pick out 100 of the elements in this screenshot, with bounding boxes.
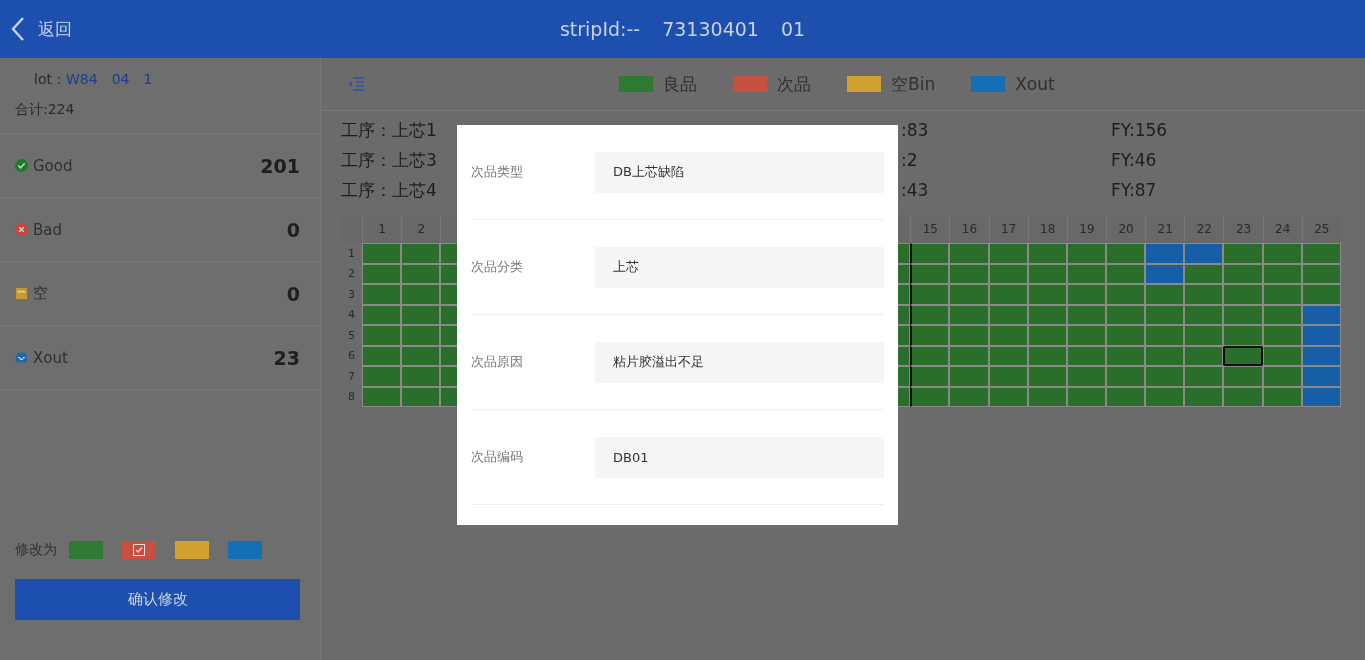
map-cell[interactable] <box>1066 366 1106 387</box>
map-cell[interactable] <box>1145 366 1185 387</box>
map-cell[interactable] <box>1184 243 1224 264</box>
map-cell[interactable] <box>1223 325 1263 346</box>
map-cell[interactable] <box>910 284 950 305</box>
map-cell[interactable] <box>1184 284 1224 305</box>
map-cell[interactable] <box>910 386 950 407</box>
process-value: :43 <box>901 179 930 201</box>
map-cell[interactable] <box>1262 366 1302 387</box>
map-cell[interactable] <box>1184 304 1224 325</box>
map-cell[interactable] <box>1184 345 1224 366</box>
map-cell[interactable] <box>1105 243 1146 264</box>
map-cell[interactable] <box>362 366 402 387</box>
map-cell[interactable] <box>1184 263 1224 284</box>
map-cell[interactable] <box>1223 386 1263 407</box>
map-cell[interactable] <box>910 263 950 284</box>
map-cell[interactable] <box>401 345 441 366</box>
confirm-button[interactable]: 确认修改 <box>15 579 300 620</box>
map-cell[interactable] <box>1145 304 1185 325</box>
map-cell[interactable] <box>401 243 441 264</box>
stat-label: Bad <box>33 220 62 239</box>
map-cell[interactable] <box>1301 366 1341 387</box>
map-cell[interactable] <box>1145 284 1185 305</box>
row-header: 8 <box>347 389 356 406</box>
map-cell[interactable] <box>1223 284 1263 305</box>
map-cell[interactable] <box>1105 366 1146 387</box>
map-cell[interactable] <box>362 263 402 284</box>
map-cell[interactable] <box>1145 345 1185 366</box>
map-cell[interactable] <box>1145 243 1185 264</box>
map-cell[interactable] <box>910 345 950 366</box>
map-cell[interactable] <box>910 325 950 346</box>
map-cell[interactable] <box>1066 243 1106 264</box>
map-cell[interactable] <box>362 386 402 407</box>
row-header: 4 <box>347 307 356 324</box>
map-cell[interactable] <box>1105 284 1146 305</box>
legend-label: 空Bin <box>891 72 936 96</box>
map-cell[interactable] <box>1262 284 1302 305</box>
map-cell[interactable] <box>1027 243 1067 264</box>
map-cell[interactable] <box>949 325 989 346</box>
map-cell[interactable] <box>1223 263 1263 284</box>
map-cell[interactable] <box>949 386 989 407</box>
map-cell[interactable] <box>910 304 950 325</box>
map-cell[interactable] <box>1066 284 1106 305</box>
lot-label: lot： <box>34 71 66 89</box>
map-cell[interactable] <box>949 345 989 366</box>
map-cell[interactable] <box>1184 325 1224 346</box>
color-swatch[interactable] <box>122 541 156 559</box>
map-cell[interactable] <box>1184 366 1224 387</box>
map-cell[interactable] <box>401 366 441 387</box>
map-cell[interactable] <box>401 304 441 325</box>
map-cell[interactable] <box>1223 345 1263 366</box>
map-cell[interactable] <box>1105 325 1146 346</box>
map-cell[interactable] <box>1223 366 1263 387</box>
map-cell[interactable] <box>362 325 402 346</box>
map-cell[interactable] <box>1301 284 1341 305</box>
color-swatch[interactable] <box>228 541 262 559</box>
map-cell[interactable] <box>1027 366 1067 387</box>
map-cell[interactable] <box>988 243 1028 264</box>
stat-label: Good <box>33 156 73 175</box>
map-cell[interactable] <box>1145 263 1185 284</box>
map-cell[interactable] <box>910 366 950 387</box>
map-cell[interactable] <box>401 386 441 407</box>
map-cell[interactable] <box>988 325 1028 346</box>
map-cell[interactable] <box>949 263 989 284</box>
color-swatch[interactable] <box>175 541 209 559</box>
map-cell[interactable] <box>362 304 402 325</box>
map-cell[interactable] <box>1301 325 1341 346</box>
map-cell[interactable] <box>1066 325 1106 346</box>
map-cell[interactable] <box>401 284 441 305</box>
map-cell[interactable] <box>949 366 989 387</box>
menu-icon[interactable] <box>347 76 365 92</box>
map-cell[interactable] <box>949 284 989 305</box>
stat-label: 空 <box>33 284 48 303</box>
lot-value: W84 <box>65 71 98 89</box>
color-swatch[interactable] <box>69 541 103 559</box>
map-cell[interactable] <box>949 304 989 325</box>
map-cell[interactable] <box>1262 243 1302 264</box>
row-header: 2 <box>347 266 356 283</box>
map-cell[interactable] <box>1184 386 1224 407</box>
map-cell[interactable] <box>1027 325 1067 346</box>
back-button[interactable]: 返回 <box>0 16 72 42</box>
map-cell[interactable] <box>1223 304 1263 325</box>
map-cell[interactable] <box>1223 243 1263 264</box>
map-cell[interactable] <box>401 263 441 284</box>
map-cell[interactable] <box>1145 325 1185 346</box>
map-cell[interactable] <box>362 284 402 305</box>
map-cell[interactable] <box>988 366 1028 387</box>
field-label: 次品类型 <box>471 163 524 181</box>
map-cell[interactable] <box>1027 284 1067 305</box>
map-cell[interactable] <box>910 243 950 264</box>
map-cell[interactable] <box>949 243 989 264</box>
fy-value: FY:87 <box>1111 179 1158 201</box>
map-cell[interactable] <box>1145 386 1185 407</box>
map-cell[interactable] <box>1262 325 1302 346</box>
map-cell[interactable] <box>988 284 1028 305</box>
map-cell[interactable] <box>1301 243 1341 264</box>
field-label: 次品原因 <box>471 353 524 371</box>
map-cell[interactable] <box>401 325 441 346</box>
map-cell[interactable] <box>362 243 402 264</box>
map-cell[interactable] <box>362 345 402 366</box>
